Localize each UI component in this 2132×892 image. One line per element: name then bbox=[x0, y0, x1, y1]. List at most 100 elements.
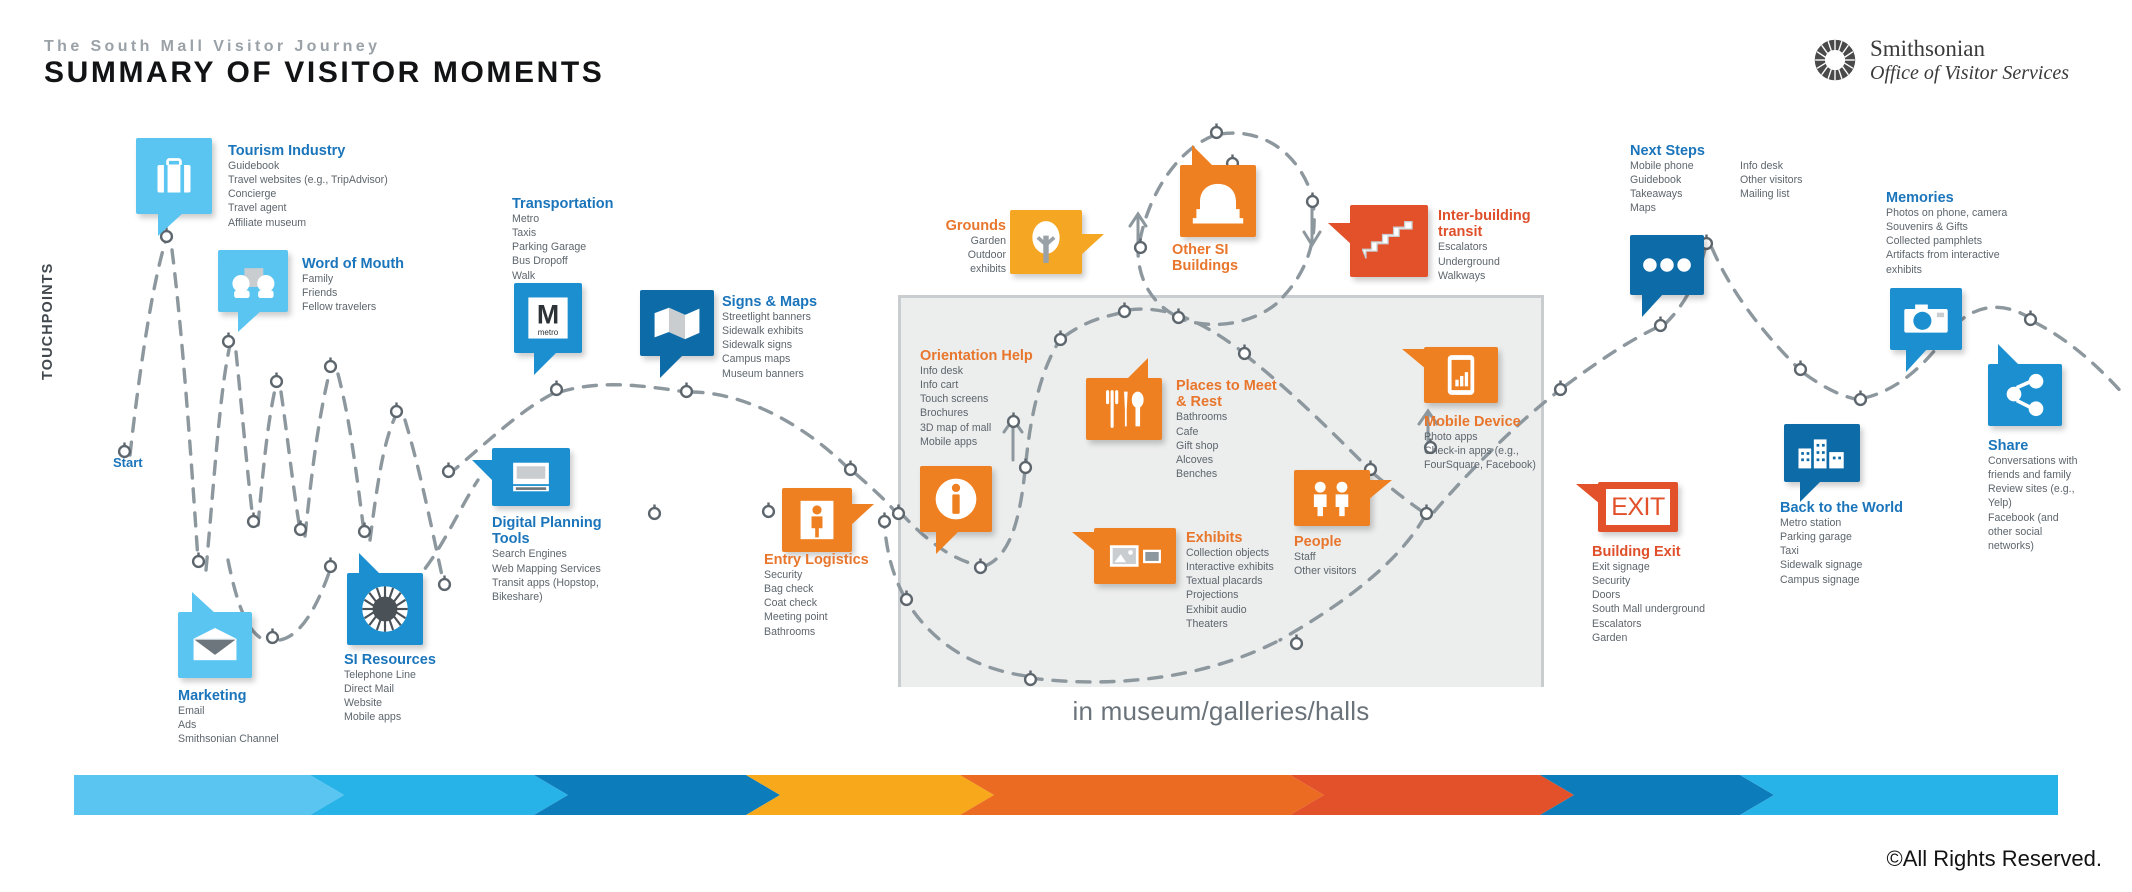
touchpoint-node[interactable] bbox=[190, 552, 207, 569]
callout-share[interactable] bbox=[1988, 344, 2062, 426]
touchpoint-node[interactable] bbox=[972, 558, 989, 575]
journey-stage-segment[interactable] bbox=[74, 775, 344, 815]
callout-places-to-meet-and-rest[interactable] bbox=[1086, 358, 1162, 440]
callout-grounds[interactable] bbox=[1010, 210, 1104, 274]
callout-back-to-the-world[interactable] bbox=[1784, 424, 1860, 502]
journey-stage-ribbon[interactable] bbox=[74, 775, 2058, 815]
list-item: Artifacts from interactive exhibits bbox=[1886, 249, 2000, 276]
touchpoint-node[interactable] bbox=[1017, 458, 1034, 475]
touchpoint-node[interactable] bbox=[876, 512, 893, 529]
list-item: Info desk bbox=[920, 365, 963, 378]
label-title: People bbox=[1294, 534, 1342, 550]
svg-text:M: M bbox=[537, 299, 559, 329]
touchpoint-node[interactable] bbox=[436, 575, 453, 592]
touchpoint-node[interactable] bbox=[220, 332, 237, 349]
list-item: Facebook (and other social networks) bbox=[1988, 511, 2059, 552]
callout-transportation[interactable]: M metro bbox=[514, 283, 582, 375]
touchpoint-node[interactable] bbox=[2022, 310, 2039, 327]
list-item: Collected pamphlets bbox=[1886, 235, 1982, 248]
list-item: Website bbox=[344, 697, 383, 710]
touchpoint-node[interactable] bbox=[1852, 390, 1869, 407]
label-entry-logistics: Entry Logistics Security Bag check Coat ch… bbox=[764, 552, 924, 639]
list-item: Streetlight banners bbox=[722, 311, 811, 324]
list-item: Campus signage bbox=[1780, 573, 1860, 586]
label-items: Security Bag check Coat check Meeting point… bbox=[764, 568, 924, 638]
touchpoint-node[interactable] bbox=[1652, 316, 1669, 333]
touchpoint-node[interactable] bbox=[548, 380, 565, 397]
label-inter-building-transit: Inter-building transit Escalators Undergr… bbox=[1438, 208, 1578, 283]
touchpoint-node[interactable] bbox=[1022, 670, 1039, 687]
touchpoint-node[interactable] bbox=[1052, 330, 1069, 347]
callout-word-of-mouth[interactable] bbox=[218, 250, 288, 332]
list-item: Telephone Line bbox=[344, 669, 416, 682]
touchpoint-node[interactable] bbox=[842, 460, 859, 477]
label-items: Info desk Info cart Touch screens Brochures… bbox=[920, 364, 1090, 448]
callout-inter-building-transit[interactable] bbox=[1328, 205, 1428, 277]
label-digital-planning-tools: Digital Planning Tools Search Engines Web… bbox=[492, 515, 672, 604]
list-item: Walkways bbox=[1438, 269, 1486, 282]
tree-icon bbox=[1032, 221, 1060, 263]
callout-marketing[interactable] bbox=[178, 592, 252, 678]
callout-memories[interactable] bbox=[1890, 288, 1962, 372]
journey-stage-segment[interactable] bbox=[534, 775, 780, 815]
label-si-resources: SI Resources Telephone Line Direct Mail We… bbox=[344, 652, 514, 725]
callout-si-resources[interactable] bbox=[347, 553, 423, 645]
journey-stage-segment[interactable] bbox=[1740, 775, 2058, 815]
list-item: Info cart bbox=[920, 379, 959, 392]
callout-building-exit[interactable]: EXIT bbox=[1576, 482, 1678, 532]
touchpoint-node[interactable] bbox=[1792, 360, 1809, 377]
list-item: Sidewalk signage bbox=[1780, 559, 1863, 572]
touchpoint-node[interactable] bbox=[245, 512, 262, 529]
label-items: Exit signage Security Doors South Mall unde… bbox=[1592, 560, 1777, 644]
touchpoint-node[interactable] bbox=[1304, 192, 1321, 209]
label-items: Garden Outdoor exhibits bbox=[930, 234, 1006, 276]
list-item: 3D map of mall bbox=[920, 421, 992, 434]
callout-entry-logistics[interactable] bbox=[782, 488, 874, 552]
callout-orientation-help[interactable] bbox=[920, 466, 992, 554]
label-items: Staff Other visitors bbox=[1294, 550, 1424, 578]
list-item: Staff bbox=[1294, 551, 1316, 564]
touchpoint-node[interactable] bbox=[1116, 302, 1133, 319]
label-items: Email Ads Smithsonian Channel bbox=[178, 704, 368, 746]
callout-next-steps[interactable] bbox=[1630, 235, 1704, 317]
touchpoint-node[interactable] bbox=[1288, 634, 1305, 651]
callout-tourism-industry[interactable] bbox=[136, 138, 212, 236]
callout-mobile-device[interactable] bbox=[1402, 347, 1498, 403]
label-tourism-industry: Tourism Industry Guidebook Travel website… bbox=[228, 143, 438, 230]
journey-stage-segment[interactable] bbox=[1540, 775, 1774, 815]
touchpoint-node[interactable] bbox=[440, 462, 457, 479]
touchpoint-node[interactable] bbox=[1418, 504, 1435, 521]
laptop-icon bbox=[513, 462, 549, 492]
touchpoint-node[interactable] bbox=[356, 522, 373, 539]
label-items: Metro Taxis Parking Garage Bus Dropoff Walk bbox=[512, 212, 682, 282]
callout-people[interactable] bbox=[1294, 470, 1392, 526]
touchpoint-node[interactable] bbox=[1552, 380, 1569, 397]
touchpoint-node[interactable] bbox=[678, 382, 695, 399]
callout-other-si-buildings[interactable] bbox=[1180, 145, 1256, 237]
touchpoint-node[interactable] bbox=[388, 402, 405, 419]
list-item: Sidewalk exhibits bbox=[722, 325, 804, 338]
touchpoint-node[interactable] bbox=[268, 372, 285, 389]
touchpoint-node[interactable] bbox=[292, 520, 309, 537]
callout-exhibits[interactable] bbox=[1072, 528, 1176, 584]
journey-stage-segment[interactable] bbox=[1290, 775, 1574, 815]
camera-icon bbox=[1904, 304, 1948, 333]
callout-signs-and-maps[interactable] bbox=[640, 290, 714, 378]
label-transportation: Transportation Metro Taxis Parking Garage B… bbox=[512, 196, 682, 283]
touchpoint-node[interactable] bbox=[1208, 123, 1225, 140]
list-item: Bag check bbox=[764, 583, 814, 596]
touchpoint-node[interactable] bbox=[322, 357, 339, 374]
journey-stage-segment[interactable] bbox=[746, 775, 994, 815]
touchpoint-node[interactable] bbox=[322, 557, 339, 574]
callout-digital-planning-tools[interactable] bbox=[472, 448, 570, 506]
touchpoint-node[interactable] bbox=[1132, 238, 1149, 255]
touchpoint-node[interactable] bbox=[1236, 344, 1253, 361]
label-items: Conversations with friends and family Rev… bbox=[1988, 454, 2108, 553]
journey-stage-segment[interactable] bbox=[310, 775, 568, 815]
touchpoint-node[interactable] bbox=[1170, 308, 1187, 325]
list-item: Brochures bbox=[920, 407, 969, 420]
touchpoint-node[interactable] bbox=[264, 628, 281, 645]
touchpoint-node[interactable] bbox=[760, 502, 777, 519]
list-item: Mobile phone bbox=[1630, 160, 1694, 173]
journey-stage-segment[interactable] bbox=[960, 775, 1324, 815]
